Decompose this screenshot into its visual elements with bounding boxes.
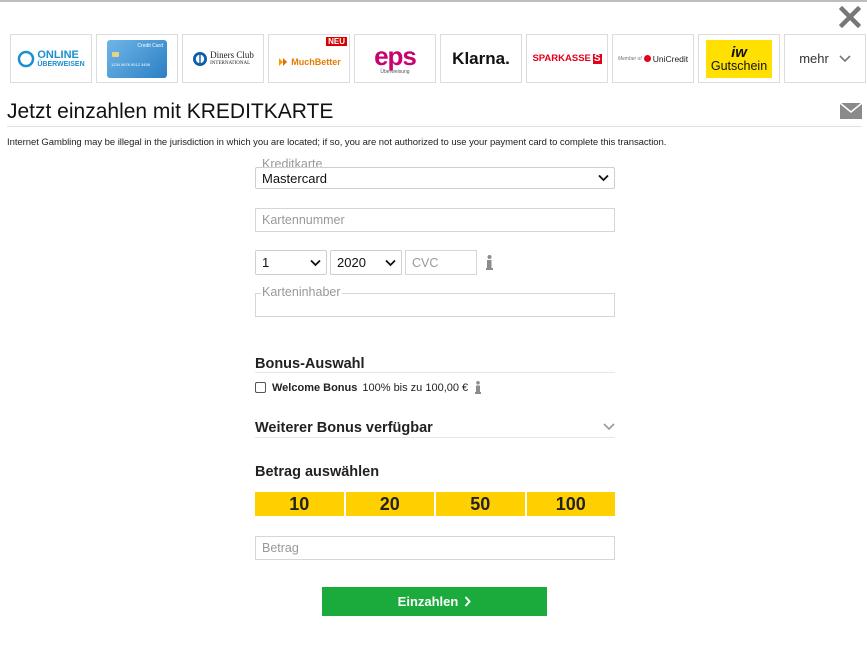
diners-club-logo: Diners Club INTERNATIONAL xyxy=(192,50,254,67)
expiry-year-value: 2020 xyxy=(337,255,366,270)
welcome-bonus-checkbox[interactable] xyxy=(255,382,266,393)
more-bonus-toggle[interactable]: Weiterer Bonus verfügbar xyxy=(255,418,615,438)
card-type-select[interactable]: Mastercard xyxy=(255,167,615,189)
chevron-down-icon xyxy=(385,259,396,266)
chevron-down-icon xyxy=(839,54,851,62)
more-bonus-divider xyxy=(255,437,615,438)
card-type-value: Mastercard xyxy=(262,170,328,186)
muchbetter-logo: MuchBetter xyxy=(277,56,341,68)
card-holder-legend: Karteninhaber xyxy=(261,285,342,299)
chevron-down-icon xyxy=(603,423,615,431)
method-muchbetter[interactable]: NEU MuchBetter xyxy=(268,34,350,83)
sparkasse-s-icon: S xyxy=(592,52,602,64)
amount-option-20[interactable]: 20 xyxy=(345,492,434,516)
expiry-year-select[interactable]: 2020 xyxy=(330,250,402,275)
method-klarna[interactable]: Klarna. xyxy=(440,34,522,83)
more-bonus-heading: Weiterer Bonus verfügbar xyxy=(255,420,433,436)
amount-options: 10 20 50 100 xyxy=(255,492,615,516)
new-badge: NEU xyxy=(326,37,347,46)
bonus-heading: Bonus-Auswahl xyxy=(255,356,365,372)
chevron-right-icon xyxy=(465,596,472,607)
welcome-bonus-row: Welcome Bonus 100% bis zu 100,00 € xyxy=(255,381,482,394)
iw-gutschein-logo: iw Gutschein xyxy=(706,39,772,78)
method-unicredit[interactable]: Member of UniCredit xyxy=(612,34,694,83)
amount-option-100[interactable]: 100 xyxy=(526,492,615,516)
title-divider xyxy=(7,126,862,127)
more-label: mehr xyxy=(799,51,829,66)
welcome-bonus-label: Welcome Bonus xyxy=(272,381,358,394)
unicredit-icon xyxy=(643,55,651,62)
sparkasse-logo: SPARKASSE S xyxy=(532,52,602,64)
amount-input[interactable]: Betrag xyxy=(255,536,615,560)
unicredit-logo: Member of UniCredit xyxy=(617,53,689,64)
expiry-month-value: 1 xyxy=(262,255,270,270)
card-number-input[interactable]: Kartennummer xyxy=(255,208,615,232)
cvc-info-icon[interactable] xyxy=(486,255,493,270)
amount-option-10[interactable]: 10 xyxy=(255,492,344,516)
eps-logo: eps Überweisung xyxy=(374,40,417,75)
method-eps[interactable]: eps Überweisung xyxy=(354,34,436,83)
deposit-button[interactable]: Einzahlen xyxy=(322,587,547,616)
close-icon[interactable] xyxy=(838,5,862,29)
amount-placeholder: Betrag xyxy=(262,541,299,555)
amount-heading: Betrag auswählen xyxy=(255,464,380,480)
bonus-info-icon[interactable] xyxy=(475,381,482,394)
deposit-button-label: Einzahlen xyxy=(397,594,459,609)
payment-methods-bar: ONLINE ÜBERWEISEN Credit Card 1234 5678 … xyxy=(10,34,866,83)
mail-icon[interactable] xyxy=(840,103,862,119)
cvc-placeholder: CVC xyxy=(412,255,439,270)
credit-card-image: Credit Card 1234 5678 9012 3456 xyxy=(107,39,167,78)
card-type-fieldset: Kreditkarte Mastercard xyxy=(255,157,615,190)
expiry-month-select[interactable]: 1 xyxy=(255,250,327,275)
more-methods-button[interactable]: mehr xyxy=(784,34,866,83)
method-diners-club[interactable]: Diners Club INTERNATIONAL xyxy=(182,34,264,83)
legal-disclaimer: Internet Gambling may be illegal in the … xyxy=(7,137,667,148)
method-online-ueberweisen[interactable]: ONLINE ÜBERWEISEN xyxy=(10,34,92,83)
welcome-bonus-desc: 100% bis zu 100,00 € xyxy=(362,381,469,394)
klarna-logo: Klarna. xyxy=(452,48,510,68)
chevron-down-icon xyxy=(310,259,321,266)
method-sparkasse[interactable]: SPARKASSE S xyxy=(526,34,608,83)
method-credit-card[interactable]: Credit Card 1234 5678 9012 3456 xyxy=(96,34,178,83)
amount-option-50[interactable]: 50 xyxy=(436,492,525,516)
page-title: Jetzt einzahlen mit KREDITKARTE xyxy=(7,100,334,123)
card-number-placeholder: Kartennummer xyxy=(262,213,345,227)
cvc-input[interactable]: CVC xyxy=(405,250,477,275)
online-ueberweisen-logo: ONLINE ÜBERWEISEN xyxy=(17,49,85,68)
top-border xyxy=(0,0,867,2)
bonus-divider xyxy=(255,372,615,373)
method-iw-gutschein[interactable]: iw Gutschein xyxy=(698,34,780,83)
card-chip-icon xyxy=(112,51,119,57)
chevron-down-icon xyxy=(598,174,609,182)
